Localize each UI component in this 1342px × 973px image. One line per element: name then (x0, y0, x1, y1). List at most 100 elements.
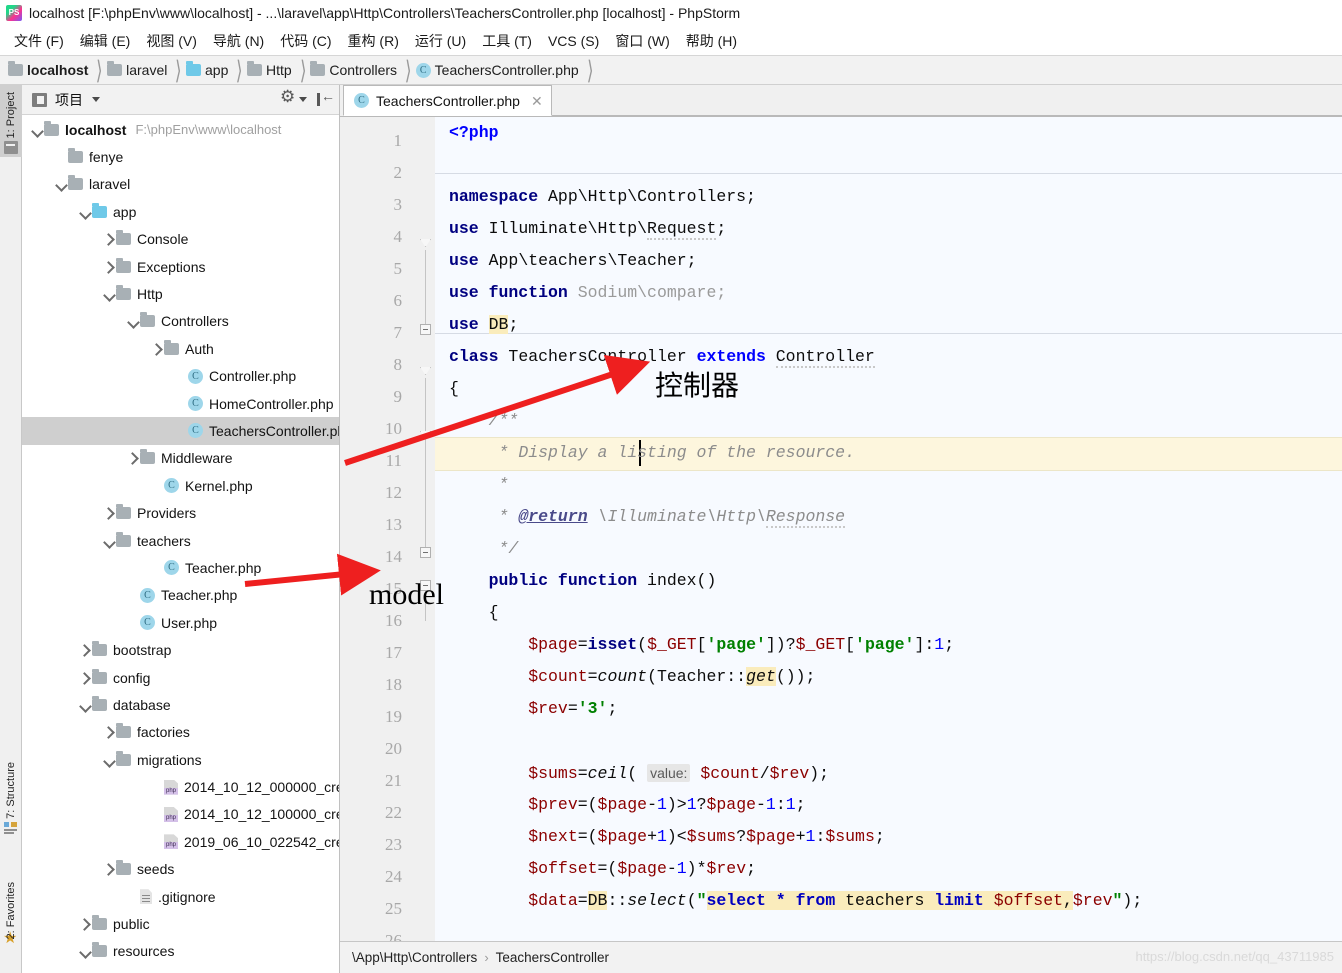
breadcrumb-item-app[interactable]: app (186, 56, 230, 84)
tree-item[interactable]: C TeachersController.php (22, 417, 339, 445)
chevron-right-icon[interactable] (102, 260, 116, 274)
code-surface[interactable]: <?php namespace App\Http\Controllers; use… (435, 117, 1342, 941)
menu-item-tools[interactable]: 工具 (T) (474, 29, 540, 53)
tool-button-structure[interactable]: 7: Structure (0, 745, 22, 838)
tree-item[interactable]: 2014_10_12_000000_crea (22, 773, 339, 800)
code-line[interactable]: use function Sodium\compare; (449, 277, 726, 309)
editor-fold-column[interactable] (414, 117, 435, 941)
code-line[interactable] (449, 149, 459, 181)
chevron-right-icon[interactable] (126, 451, 140, 465)
menu-item-vcs[interactable]: VCS (S) (540, 31, 607, 51)
code-line[interactable]: $rev='3'; (449, 693, 617, 725)
project-tree[interactable]: localhost F:\phpEnv\www\localhost fenye lar… (22, 116, 339, 973)
tree-item[interactable]: app (22, 198, 339, 225)
tree-item[interactable]: localhost F:\phpEnv\www\localhost (22, 116, 339, 143)
menu-item-view[interactable]: 视图 (V) (138, 29, 205, 53)
chevron-right-icon[interactable] (102, 232, 116, 246)
code-line[interactable]: class TeachersController extends Control… (449, 341, 875, 373)
chevron-down-icon[interactable] (78, 944, 92, 958)
breadcrumb-item-http[interactable]: Http (247, 56, 294, 84)
chevron-right-icon[interactable] (150, 342, 164, 356)
code-line[interactable]: $data=DB::select("select * from teachers… (449, 885, 1142, 917)
code-line[interactable]: /** (449, 405, 519, 437)
code-line[interactable]: $prev=($page-1)>1?$page-1:1; (449, 789, 805, 821)
code-line[interactable]: * (449, 469, 509, 501)
menu-item-refactor[interactable]: 重构 (R) (340, 29, 407, 53)
chevron-down-icon[interactable] (102, 534, 116, 548)
close-icon[interactable]: ✕ (531, 94, 543, 108)
menu-item-window[interactable]: 窗口 (W) (607, 29, 677, 53)
tree-item[interactable]: Middleware (22, 445, 339, 472)
tree-item[interactable]: C HomeController.php (22, 390, 339, 417)
tree-item[interactable]: public (22, 910, 339, 937)
tree-item[interactable]: Auth (22, 335, 339, 362)
collapse-panel-icon[interactable] (317, 89, 335, 107)
chevron-right-icon[interactable] (78, 671, 92, 685)
tree-item[interactable]: fenye (22, 143, 339, 170)
code-line[interactable]: $page=isset($_GET['page'])?$_GET['page']… (449, 629, 954, 661)
chevron-down-icon[interactable] (78, 205, 92, 219)
editor-tab-teacherscontroller[interactable]: C TeachersController.php ✕ (343, 85, 552, 116)
chevron-right-icon[interactable] (102, 862, 116, 876)
tree-item[interactable]: seeds (22, 856, 339, 883)
code-line[interactable] (449, 725, 459, 757)
code-line[interactable]: { (449, 597, 499, 629)
code-line[interactable]: $next=($page+1)<$sums?$page+1:$sums; (449, 821, 885, 853)
tree-item[interactable]: config (22, 664, 339, 691)
tree-item[interactable]: factories (22, 719, 339, 746)
menu-item-help[interactable]: 帮助 (H) (678, 29, 745, 53)
breadcrumb-item-localhost[interactable]: localhost (8, 56, 90, 84)
tree-item[interactable]: C Kernel.php (22, 472, 339, 499)
breadcrumb-class[interactable]: TeachersController (496, 950, 609, 965)
tree-item[interactable]: C Teacher.php (22, 554, 339, 581)
chevron-right-icon[interactable] (102, 506, 116, 520)
code-line[interactable]: $sums=ceil( value: $count/$rev); (449, 757, 829, 789)
chevron-right-icon[interactable] (102, 725, 116, 739)
code-line[interactable]: public function index() (449, 565, 717, 597)
tree-item[interactable]: Console (22, 226, 339, 253)
code-line[interactable]: namespace App\Http\Controllers; (449, 181, 756, 213)
tool-button-project[interactable]: 1: Project (0, 85, 22, 157)
chevron-right-icon[interactable] (78, 643, 92, 657)
code-line[interactable]: $offset=($page-1)*$rev; (449, 853, 756, 885)
menu-item-navigate[interactable]: 导航 (N) (205, 29, 272, 53)
tree-item[interactable]: teachers (22, 527, 339, 554)
tree-item[interactable]: C Controller.php (22, 363, 339, 390)
code-line[interactable]: { (449, 373, 459, 405)
tree-item[interactable]: bootstrap (22, 636, 339, 663)
tree-item[interactable]: Providers (22, 499, 339, 526)
tree-item[interactable]: database (22, 691, 339, 718)
chevron-down-icon[interactable] (78, 698, 92, 712)
code-line[interactable] (449, 917, 459, 941)
tree-item[interactable]: C Teacher.php (22, 582, 339, 609)
tree-item[interactable]: Exceptions (22, 253, 339, 280)
gear-icon[interactable] (280, 88, 296, 107)
code-line[interactable]: * @return \Illuminate\Http\Response (449, 501, 846, 533)
gear-chevron-down-icon[interactable] (299, 97, 307, 102)
chevron-down-icon[interactable] (102, 287, 116, 301)
menu-item-file[interactable]: 文件 (F) (6, 29, 72, 53)
chevron-down-icon[interactable] (102, 753, 116, 767)
code-line[interactable]: <?php (449, 117, 499, 149)
chevron-down-icon[interactable] (126, 314, 140, 328)
breadcrumb-item-laravel[interactable]: laravel (107, 56, 169, 84)
code-line[interactable]: $count=count(Teacher::get()); (449, 661, 815, 693)
code-line[interactable]: use Illuminate\Http\Request; (449, 213, 726, 245)
menu-item-edit[interactable]: 编辑 (E) (72, 29, 139, 53)
tree-item[interactable]: laravel (22, 171, 339, 198)
code-line[interactable]: * Display a listing of the resource. (449, 437, 855, 469)
menu-item-run[interactable]: 运行 (U) (407, 29, 474, 53)
code-line[interactable]: use DB; (449, 309, 518, 341)
chevron-down-icon[interactable] (30, 123, 44, 137)
chevron-right-icon[interactable] (78, 917, 92, 931)
tool-button-favorites[interactable]: 2: Favorites (0, 853, 22, 947)
tree-item[interactable]: .gitignore (22, 883, 339, 910)
tree-item[interactable]: migrations (22, 746, 339, 773)
chevron-down-icon[interactable] (92, 97, 100, 102)
tree-item[interactable]: 2014_10_12_100000_crea (22, 801, 339, 828)
tree-item[interactable]: 2019_06_10_022542_crea (22, 828, 339, 855)
tree-item[interactable]: Controllers (22, 308, 339, 335)
code-line[interactable]: use App\teachers\Teacher; (449, 245, 697, 277)
breadcrumb-namespace[interactable]: \App\Http\Controllers (352, 950, 477, 965)
chevron-down-icon[interactable] (54, 177, 68, 191)
